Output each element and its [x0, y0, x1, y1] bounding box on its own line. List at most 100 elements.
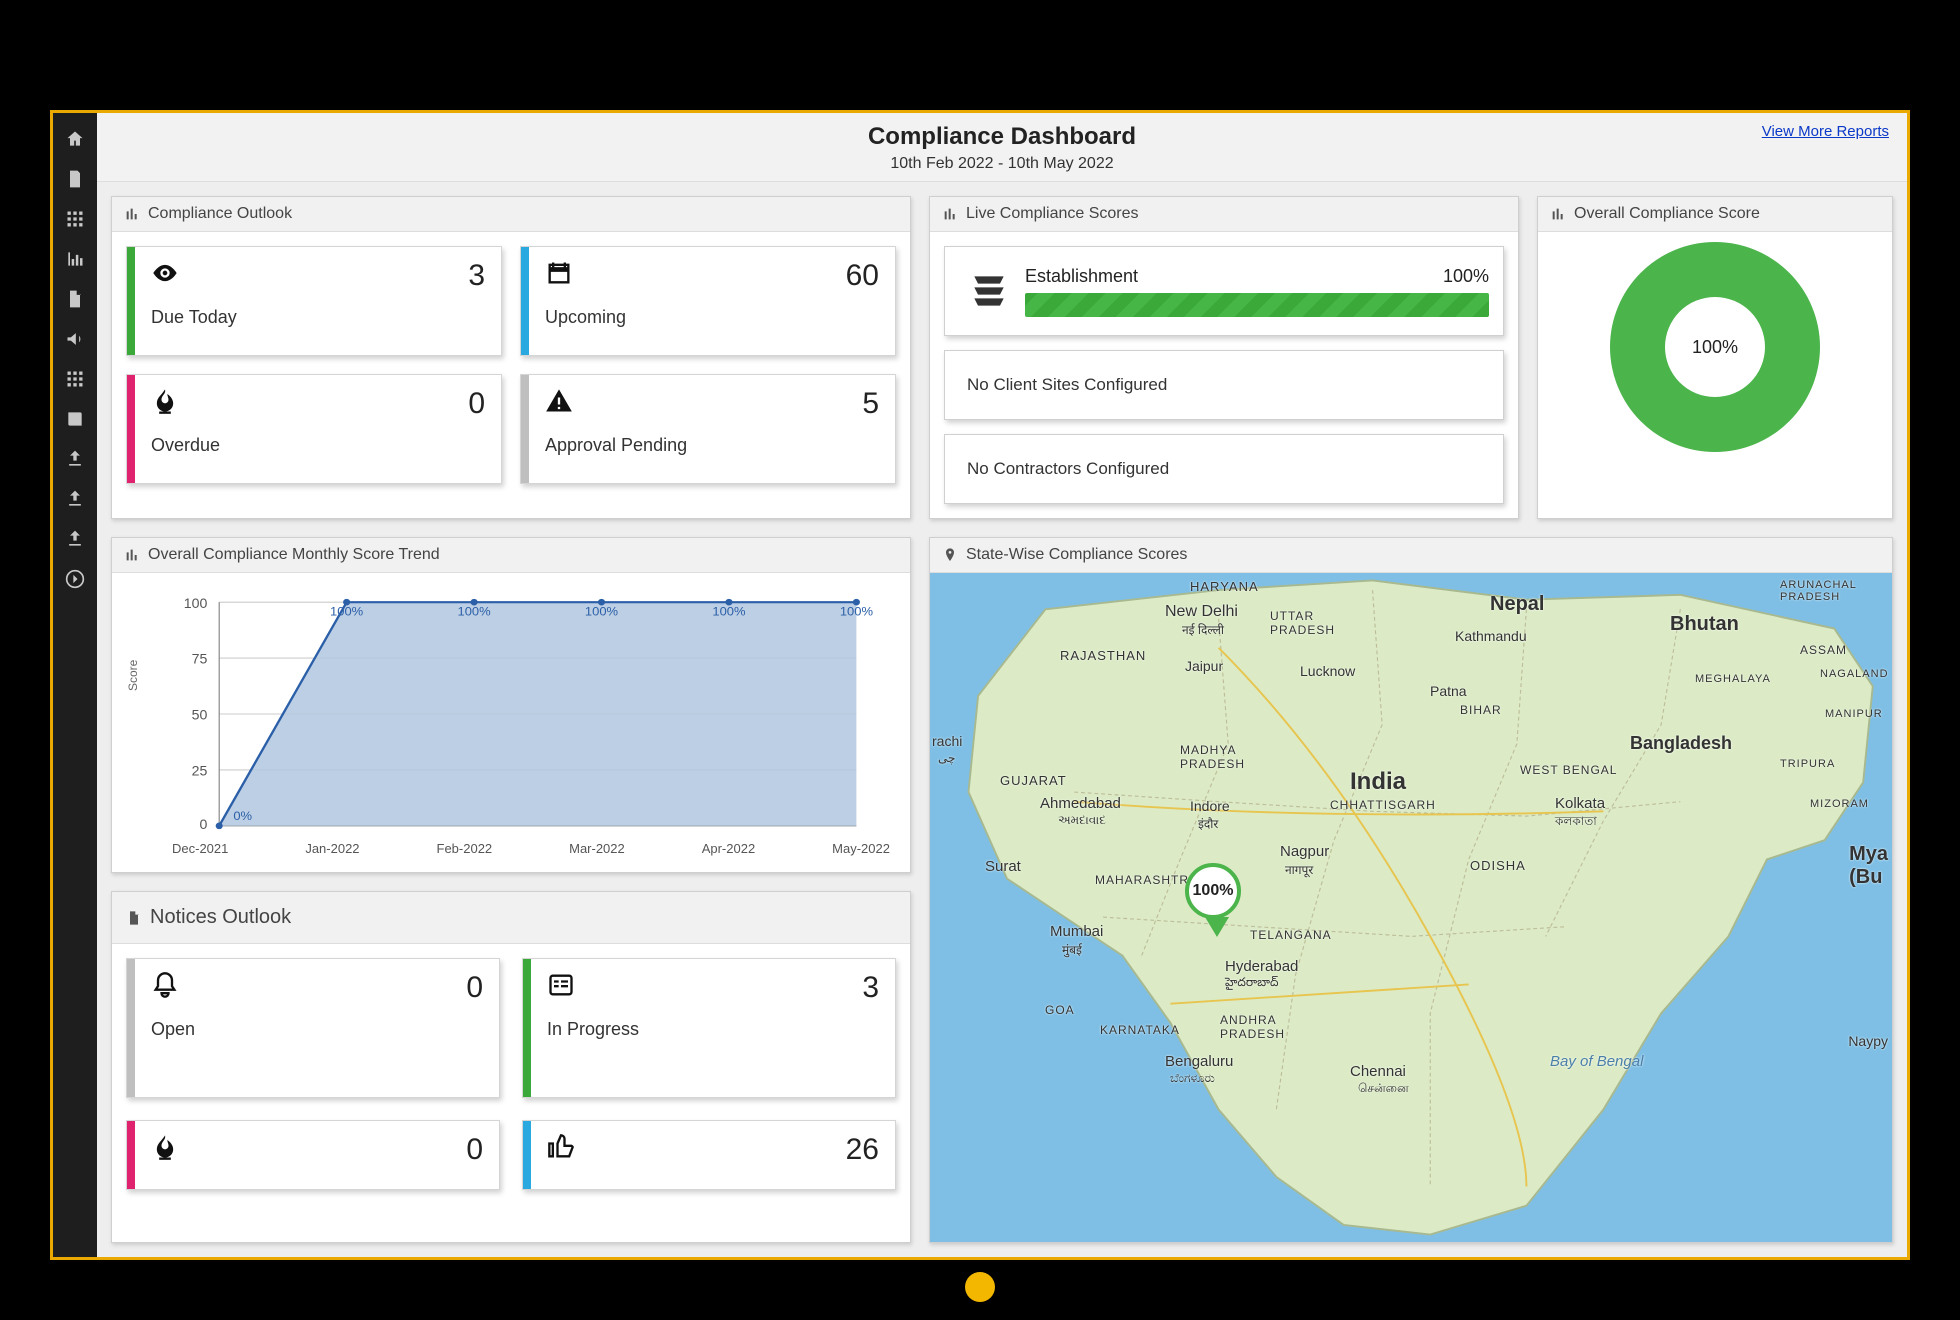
- bar-chart-icon: [942, 206, 958, 222]
- card-due-today[interactable]: 3 Due Today: [126, 246, 502, 356]
- trend-panel: Overall Compliance Monthly Score Trend S…: [111, 537, 911, 873]
- sidebar: [53, 113, 97, 1257]
- sidebar-horn[interactable]: [53, 319, 97, 359]
- sidebar-doc[interactable]: [53, 159, 97, 199]
- topbar: Compliance Dashboard 10th Feb 2022 - 10t…: [97, 113, 1907, 182]
- panel-title: Overall Compliance Monthly Score Trend: [148, 546, 440, 564]
- horn-icon: [65, 329, 85, 349]
- y-axis-label: Score: [126, 660, 140, 691]
- svg-text:75: 75: [192, 652, 208, 667]
- x-axis-labels: Dec-2021Jan-2022 Feb-2022Mar-2022 Apr-20…: [122, 841, 900, 864]
- trend-chart: Score 100 75 50 25: [122, 581, 900, 841]
- card-value: 60: [846, 259, 879, 293]
- card-label: Upcoming: [545, 307, 879, 328]
- map-pin[interactable]: 100%: [1185, 863, 1249, 943]
- live-msg: No Client Sites Configured: [967, 375, 1167, 395]
- map-panel: State-Wise Compliance Scores: [929, 537, 1893, 1243]
- upload-icon: [65, 449, 85, 469]
- compliance-outlook-panel: Compliance Outlook 3: [111, 196, 911, 519]
- sidebar-chart[interactable]: [53, 239, 97, 279]
- card-overdue[interactable]: 0 Overdue: [126, 374, 502, 484]
- card-notice-inprogress[interactable]: 3 In Progress: [522, 958, 896, 1098]
- bell-icon: [151, 971, 179, 999]
- card-label: Approval Pending: [545, 435, 879, 456]
- pin-value: 100%: [1185, 863, 1241, 919]
- sidebar-grid2[interactable]: [53, 359, 97, 399]
- card-value: 26: [846, 1133, 879, 1167]
- thumb-icon: [547, 1133, 575, 1161]
- card-value: 5: [862, 387, 879, 421]
- card-label: Due Today: [151, 307, 485, 328]
- donut-value: 100%: [1665, 297, 1765, 397]
- warn-icon: [545, 387, 573, 415]
- live-pct: 100%: [1443, 266, 1489, 287]
- arrow-right-icon: [65, 569, 85, 589]
- panel-title: Compliance Outlook: [148, 205, 292, 223]
- card-label: Overdue: [151, 435, 485, 456]
- view-more-reports-link[interactable]: View More Reports: [1762, 123, 1889, 140]
- svg-text:100%: 100%: [585, 605, 618, 619]
- home-icon: [65, 129, 85, 149]
- bar-chart-icon: [124, 206, 140, 222]
- live-establishment[interactable]: Establishment 100%: [944, 246, 1504, 336]
- date-range: 10th Feb 2022 - 10th May 2022: [111, 155, 1893, 173]
- svg-text:100: 100: [184, 596, 208, 611]
- panel-title: Live Compliance Scores: [966, 205, 1139, 223]
- card-value: 0: [468, 387, 485, 421]
- card-value: 0: [466, 971, 483, 1005]
- grid2-icon: [65, 369, 85, 389]
- card-upcoming[interactable]: 60 Upcoming: [520, 246, 896, 356]
- live-no-client-sites: No Client Sites Configured: [944, 350, 1504, 420]
- notices-panel: Notices Outlook 0 O: [111, 891, 911, 1243]
- sidebar-arrow[interactable]: [53, 559, 97, 599]
- map[interactable]: rachi چی HARYANA New Delhi नई दिल्ली UTT…: [930, 573, 1892, 1242]
- flame-icon: [151, 1133, 179, 1161]
- file-icon: [65, 289, 85, 309]
- svg-text:50: 50: [192, 708, 208, 723]
- flame-icon: [151, 387, 179, 415]
- card-notice-open[interactable]: 0 Open: [126, 958, 500, 1098]
- panel-title: State-Wise Compliance Scores: [966, 546, 1187, 564]
- sidebar-upload2[interactable]: [53, 479, 97, 519]
- progress-bar: [1025, 293, 1489, 317]
- sidebar-grid[interactable]: [53, 199, 97, 239]
- svg-text:0%: 0%: [233, 810, 252, 824]
- live-label: Establishment: [1025, 266, 1138, 287]
- sidebar-book[interactable]: [53, 399, 97, 439]
- overall-score-panel: Overall Compliance Score 100%: [1537, 196, 1893, 519]
- live-no-contractors: No Contractors Configured: [944, 434, 1504, 504]
- book-icon: [65, 409, 85, 429]
- sidebar-home[interactable]: [53, 119, 97, 159]
- svg-text:100%: 100%: [330, 605, 363, 619]
- card-approval-pending[interactable]: 5 Approval Pending: [520, 374, 896, 484]
- sidebar-upload1[interactable]: [53, 439, 97, 479]
- svg-text:100%: 100%: [840, 605, 873, 619]
- grid-icon: [65, 209, 85, 229]
- server-icon: [967, 269, 1011, 313]
- live-scores-panel: Live Compliance Scores Establishment 100…: [929, 196, 1519, 519]
- list-icon: [547, 971, 575, 999]
- live-msg: No Contractors Configured: [967, 459, 1169, 479]
- svg-text:100%: 100%: [712, 605, 745, 619]
- card-notice-4[interactable]: 26: [522, 1120, 896, 1190]
- card-value: 0: [466, 1133, 483, 1167]
- panel-title: Notices Outlook: [150, 906, 291, 929]
- doc-icon: [65, 169, 85, 189]
- svg-text:100%: 100%: [458, 605, 491, 619]
- sidebar-upload3[interactable]: [53, 519, 97, 559]
- svg-text:0: 0: [200, 817, 208, 832]
- card-value: 3: [862, 971, 879, 1005]
- chart-icon: [65, 249, 85, 269]
- upload2-icon: [65, 489, 85, 509]
- page-title: Compliance Dashboard: [111, 123, 1893, 151]
- device-home-button: [965, 1272, 995, 1302]
- sidebar-file[interactable]: [53, 279, 97, 319]
- donut-chart: 100%: [1610, 242, 1820, 452]
- card-notice-3[interactable]: 0: [126, 1120, 500, 1190]
- panel-title: Overall Compliance Score: [1574, 205, 1760, 223]
- card-label: In Progress: [547, 1019, 879, 1040]
- card-value: 3: [468, 259, 485, 293]
- bar-chart-icon: [124, 547, 140, 563]
- pin-icon: [942, 547, 958, 563]
- eye-icon: [151, 259, 179, 287]
